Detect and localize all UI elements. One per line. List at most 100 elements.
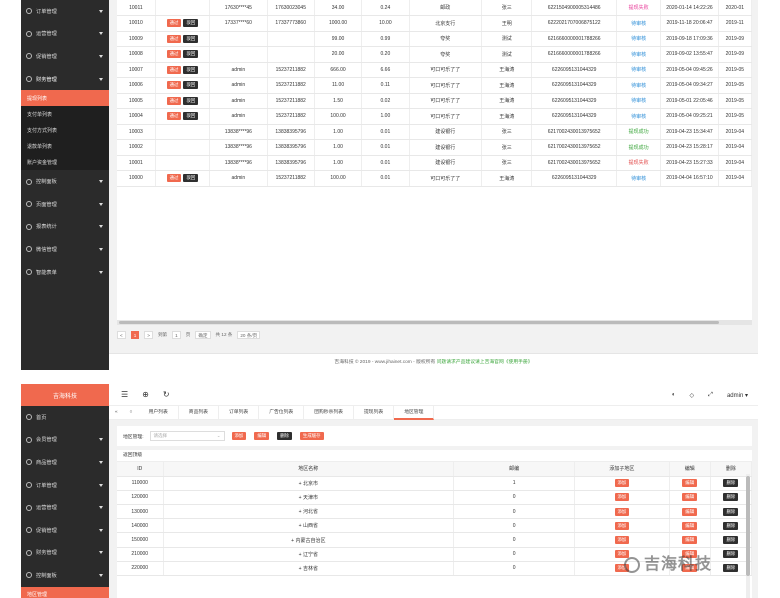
reject-button[interactable]: 驳回 [183, 81, 199, 90]
reject-button[interactable]: 驳回 [183, 96, 199, 105]
reject-button[interactable]: 驳回 [183, 34, 199, 43]
tab-item[interactable]: 广告位列表 [259, 405, 305, 420]
theme-icon[interactable]: ◐ [672, 392, 676, 398]
sidebar-item[interactable]: 运营管理 [21, 23, 109, 46]
per-page-select[interactable]: 20 条/页 [237, 331, 261, 339]
cell-user: 13838****96 [209, 124, 268, 140]
sidebar-sub-item[interactable]: 提现列表 [21, 90, 109, 107]
delete-button[interactable]: 删除 [723, 536, 739, 545]
horizontal-scrollbar[interactable] [117, 320, 752, 325]
sidebar-item-finance[interactable]: 财务管理 [21, 68, 109, 91]
tag-icon[interactable]: ◇ [690, 392, 695, 399]
delete-button[interactable]: 删除 [723, 564, 739, 573]
page-1-button[interactable]: 1 [130, 331, 140, 339]
edit-button[interactable]: 编辑 [682, 507, 698, 516]
edit-button[interactable]: 编辑 [682, 521, 698, 530]
sidebar-item[interactable]: 会员管理 [21, 429, 109, 452]
cell-time2: 2019-05 [718, 93, 753, 109]
delete-button[interactable]: 删除 [723, 521, 739, 530]
approve-button[interactable]: 通过 [166, 96, 182, 105]
sidebar-item[interactable]: 订单管理 [21, 0, 109, 23]
region-select[interactable]: 请选择 ⌄ [149, 431, 225, 441]
cell-time2: 2019-05 [718, 77, 753, 94]
delete-region-button[interactable]: 删除 [277, 432, 292, 440]
cell-ops: 通过 驳回 [155, 170, 211, 187]
tab-scroll-left-icon[interactable]: « [109, 410, 124, 415]
edit-button[interactable]: 编辑 [682, 479, 698, 488]
delete-button[interactable]: 删除 [723, 479, 739, 488]
back-to-top-link[interactable]: 返回顶级 [117, 450, 752, 462]
edit-button[interactable]: 编辑 [682, 536, 698, 545]
user-menu[interactable]: admin ▾ [727, 392, 748, 399]
add-region-button[interactable]: 添加 [231, 432, 247, 440]
goto-confirm-button[interactable]: 确定 [195, 331, 211, 339]
cell-time2: 2019-04 [718, 155, 753, 171]
tab-item[interactable]: 团购秒杀列表 [304, 405, 354, 420]
cell-status: 待审核 [616, 15, 662, 32]
generate-cache-button[interactable]: 生成缓存 [299, 432, 324, 440]
add-child-button[interactable]: 添加 [614, 507, 630, 516]
approve-button[interactable]: 通过 [166, 174, 182, 183]
tab-item[interactable]: 用户列表 [139, 405, 179, 420]
reject-button[interactable]: 驳回 [183, 112, 199, 121]
approve-button[interactable]: 通过 [166, 19, 182, 28]
tab-item[interactable]: 订单列表 [219, 405, 260, 420]
home-icon[interactable]: ○ [124, 410, 139, 415]
cell-phone: 17337773860 [267, 15, 315, 32]
vertical-scrollbar[interactable] [746, 474, 750, 598]
tab-item[interactable]: 地区管理 [394, 405, 435, 420]
approve-button[interactable]: 通过 [166, 81, 182, 90]
cell-time2: 2019-04 [718, 170, 753, 187]
sidebar-item[interactable]: 控制面板 [21, 564, 109, 587]
add-child-button[interactable]: 添加 [614, 479, 630, 488]
sidebar: 订单管理 运营管理 促销管理 财务管理 提现列表 支付单列表 支付方式列表 退款单列表 账户… [21, 0, 109, 370]
approve-button[interactable]: 通过 [166, 34, 182, 43]
add-child-button[interactable]: 添加 [614, 521, 630, 530]
globe-icon[interactable]: ⊕ [142, 390, 149, 399]
manual-link[interactable]: 问题请求产品建议请上吉海官网《使用手册》 [437, 360, 533, 365]
sidebar-sub-item[interactable]: 账户资金管理 [21, 154, 109, 171]
delete-button[interactable]: 删除 [723, 493, 739, 502]
approve-button[interactable]: 通过 [166, 112, 182, 121]
prev-page-button[interactable]: < [117, 331, 126, 339]
next-page-button[interactable]: > [144, 331, 153, 339]
sidebar-item[interactable]: 报表统计 [21, 216, 109, 239]
refresh-icon[interactable]: ↻ [163, 390, 170, 399]
add-child-button[interactable]: 添加 [614, 493, 630, 502]
sidebar-item[interactable]: 运营管理 [21, 496, 109, 519]
sidebar-sub-item[interactable]: 支付方式列表 [21, 122, 109, 139]
sidebar-item[interactable]: 控制面板 [21, 170, 109, 193]
reject-button[interactable]: 驳回 [183, 19, 199, 28]
sidebar-sub-region[interactable]: 地区管理 [21, 586, 109, 598]
goto-page-input[interactable]: 1 [172, 331, 181, 339]
sidebar-sub-item[interactable]: 支付单列表 [21, 106, 109, 123]
fullscreen-icon[interactable]: ⤢ [708, 392, 713, 399]
cell-time2: 2019-09 [718, 46, 753, 63]
sidebar-item-label: 会员管理 [36, 437, 57, 444]
menu-icon[interactable]: ☰ [121, 390, 128, 399]
reject-button[interactable]: 驳回 [183, 174, 199, 183]
edit-button[interactable]: 编辑 [682, 493, 698, 502]
approve-button[interactable]: 通过 [166, 65, 182, 74]
delete-button[interactable]: 删除 [723, 550, 739, 559]
reject-button[interactable]: 驳回 [183, 65, 199, 74]
sidebar-item[interactable]: 促销管理 [21, 519, 109, 542]
sidebar-item[interactable]: 订单管理 [21, 474, 109, 497]
sidebar-sub-item[interactable]: 退款单列表 [21, 138, 109, 155]
approve-button[interactable]: 通过 [166, 50, 182, 59]
cell-name: + 内蒙古自治区 [163, 532, 455, 548]
sidebar-item[interactable]: 促销管理 [21, 45, 109, 68]
table-row: 10011 17630****45 17630023045 34.00 0.24 邮政 张三… [117, 0, 753, 16]
sidebar-item[interactable]: 财务管理 [21, 542, 109, 565]
tab-item[interactable]: 提现列表 [354, 405, 395, 420]
sidebar-item[interactable]: 页面管理 [21, 193, 109, 216]
add-child-button[interactable]: 添加 [614, 536, 630, 545]
sidebar-item[interactable]: 商品管理 [21, 451, 109, 474]
reject-button[interactable]: 驳回 [183, 50, 199, 59]
sidebar-item[interactable]: 智能表单 [21, 261, 109, 284]
sidebar-item[interactable]: 首页 [21, 406, 109, 429]
delete-button[interactable]: 删除 [723, 507, 739, 516]
sidebar-item[interactable]: 微信管理 [21, 238, 109, 261]
tab-item[interactable]: 商品列表 [179, 405, 219, 420]
edit-region-button[interactable]: 编辑 [254, 432, 270, 440]
